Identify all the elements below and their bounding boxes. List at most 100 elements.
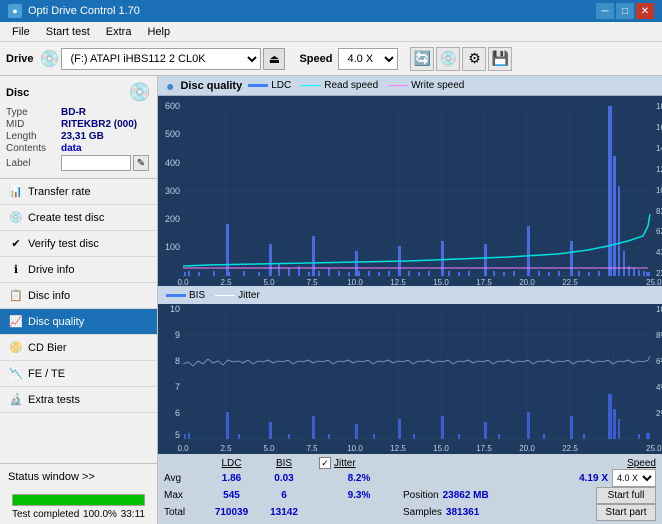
window-controls: ─ □ ✕ [596,3,654,19]
drive-icon: 💿 [40,49,60,69]
disc-label-row: Label ✎ [6,155,151,171]
avg-label: Avg [164,473,204,484]
sidebar-item-create-test-disc[interactable]: 💿 Create test disc [0,205,157,231]
refresh-button[interactable]: 🔄 [410,47,434,71]
samples-value: 381361 [446,507,479,518]
jitter-label: Jitter [334,458,356,469]
svg-text:6: 6 [175,408,180,418]
drive-label: Drive [6,53,34,65]
chart-title: Disc quality [180,80,242,92]
status-window-button[interactable]: Status window >> [0,463,157,489]
disc-button[interactable]: 💿 [436,47,460,71]
progress-percent: 100.0% [83,509,117,520]
legend-write: Write speed [388,80,464,91]
disc-quality-icon: 📈 [8,314,24,330]
legend-bis-label: BIS [189,290,205,301]
jitter-color [215,295,235,296]
svg-text:5: 5 [175,430,180,440]
samples-label: Samples [403,507,442,518]
jitter-checkbox[interactable]: ✓ [319,457,331,469]
max-jitter: 9.3% [319,490,399,501]
svg-text:9: 9 [175,330,180,340]
status-window-label: Status window >> [8,471,95,483]
svg-text:10.0: 10.0 [347,444,363,453]
contents-value: data [61,143,151,154]
disc-length-row: Length 23,31 GB [6,131,151,142]
start-full-button[interactable]: Start full [596,487,656,504]
maximize-button[interactable]: □ [616,3,634,19]
sidebar-item-fe-te[interactable]: 📉 FE / TE [0,361,157,387]
start-part-button[interactable]: Start part [596,504,656,521]
create-test-disc-icon: 💿 [8,210,24,226]
menu-file[interactable]: File [4,24,38,40]
total-bis: 13142 [259,507,309,518]
menu-extra[interactable]: Extra [98,24,140,40]
svg-text:20.0: 20.0 [519,278,535,286]
sidebar-item-extra-tests[interactable]: 🔬 Extra tests [0,387,157,413]
legend-ldc: LDC [248,80,291,91]
sidebar-item-disc-info[interactable]: 📋 Disc info [0,283,157,309]
nav-label-transfer-rate: Transfer rate [28,186,91,198]
speed-select[interactable]: 4.0 X 2.0 X 1.0 X [338,48,398,70]
svg-text:600: 600 [165,101,180,111]
legend-read: Read speed [301,80,378,91]
col-speed-header: Speed [627,458,656,469]
drive-select[interactable]: (F:) ATAPI iHBS112 2 CL0K [61,48,261,70]
minimize-button[interactable]: ─ [596,3,614,19]
legend-jitter-label: Jitter [238,290,260,301]
settings-button[interactable]: ⚙ [462,47,486,71]
speed-row-avg: 4.19 X 4.0 X2.0 X1.0 X [579,469,656,487]
max-label: Max [164,490,204,501]
save-button[interactable]: 💾 [488,47,512,71]
svg-text:12.5: 12.5 [390,278,406,286]
sidebar-item-cd-bier[interactable]: 📀 CD Bier [0,335,157,361]
svg-text:15.0: 15.0 [433,444,449,453]
elapsed-time: 33:11 [121,509,145,520]
svg-text:8X: 8X [656,207,662,216]
verify-test-disc-icon: ✔ [8,236,24,252]
label-label: Label [6,158,61,169]
disc-image-icon: 💿 [129,82,151,103]
svg-text:20.0: 20.0 [519,444,535,453]
sidebar-item-transfer-rate[interactable]: 📊 Transfer rate [0,179,157,205]
menu-help[interactable]: Help [139,24,178,40]
svg-text:14X: 14X [656,144,662,153]
svg-text:2%: 2% [656,409,662,418]
svg-text:7.5: 7.5 [306,444,318,453]
contents-label: Contents [6,143,61,154]
svg-text:5.0: 5.0 [263,278,275,286]
nav-label-drive-info: Drive info [28,264,74,276]
length-value: 23,31 GB [61,131,151,142]
sidebar-item-disc-quality[interactable]: 📈 Disc quality [0,309,157,335]
svg-text:2.5: 2.5 [220,444,232,453]
nav-label-disc-quality: Disc quality [28,316,84,328]
svg-text:10%: 10% [656,305,662,314]
svg-text:2X: 2X [656,269,662,278]
close-button[interactable]: ✕ [636,3,654,19]
svg-text:500: 500 [165,129,180,139]
position-row: Position 23862 MB [403,490,489,501]
samples-row: Samples 381361 [403,507,479,518]
speed-dropdown[interactable]: 4.0 X2.0 X1.0 X [612,469,656,487]
label-input[interactable] [61,155,131,171]
menu-start-test[interactable]: Start test [38,24,98,40]
nav-items: 📊 Transfer rate 💿 Create test disc ✔ Ver… [0,179,157,463]
start-part-btn-container: Start part [596,504,656,521]
sidebar-item-drive-info[interactable]: ℹ Drive info [0,257,157,283]
sidebar-item-verify-test-disc[interactable]: ✔ Verify test disc [0,231,157,257]
svg-text:7.5: 7.5 [306,278,318,286]
svg-text:18X: 18X [656,102,662,111]
svg-text:17.5: 17.5 [476,278,492,286]
position-label: Position [403,490,439,501]
label-edit-button[interactable]: ✎ [133,155,149,171]
nav-label-extra-tests: Extra tests [28,394,80,406]
svg-text:4%: 4% [656,383,662,392]
chart2-legend: BIS Jitter [158,286,662,304]
mid-value: RITEKBR2 (000) [61,119,151,130]
svg-text:25.0 GB: 25.0 GB [646,444,662,453]
extra-tests-icon: 🔬 [8,392,24,408]
eject-button[interactable]: ⏏ [263,48,285,70]
app-icon: ● [8,4,22,18]
total-label: Total [164,507,204,518]
drive-info-icon: ℹ [8,262,24,278]
